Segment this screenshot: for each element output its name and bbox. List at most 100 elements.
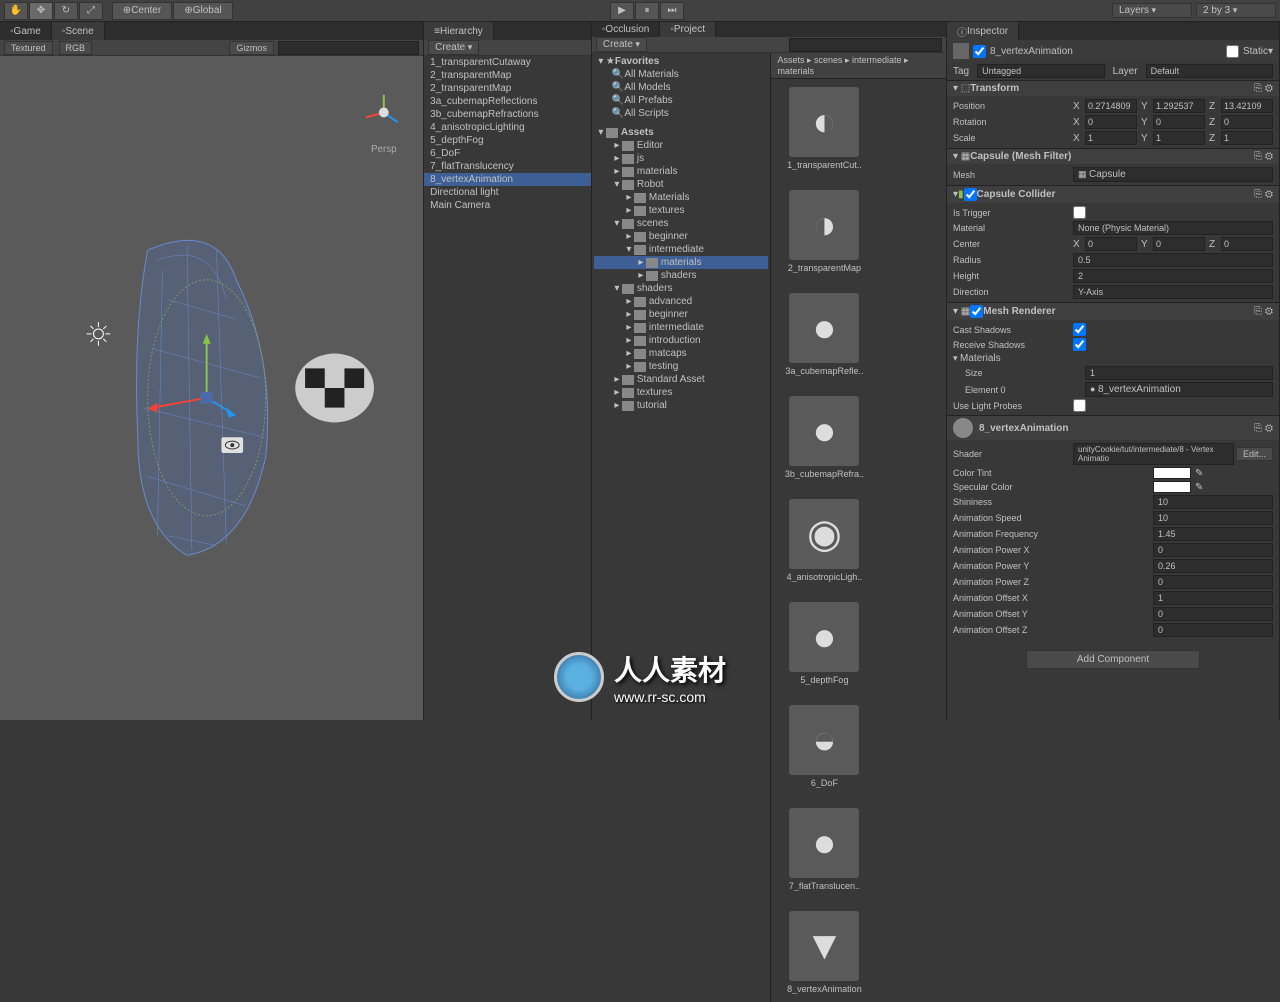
render-mode-dropdown[interactable]: RGB — [59, 41, 93, 55]
hierarchy-item[interactable]: 8_vertexAnimation — [424, 173, 591, 186]
tree-folder[interactable]: ▾scenes — [594, 217, 769, 230]
tab-scene[interactable]: ◦ Scene — [52, 22, 105, 40]
physic-material-field[interactable]: None (Physic Material) — [1073, 221, 1273, 235]
color-field[interactable] — [1153, 467, 1191, 479]
assets-header[interactable]: ▾Assets — [594, 126, 769, 139]
material-element-field[interactable]: ● 8_vertexAnimation — [1085, 382, 1273, 397]
shader-edit-button[interactable]: Edit... — [1236, 447, 1273, 461]
tree-folder[interactable]: ▸beginner — [594, 230, 769, 243]
radius-input[interactable] — [1073, 253, 1273, 267]
pause-button[interactable]: ⏸ — [635, 2, 659, 20]
tab-project[interactable]: ◦ Project — [660, 22, 716, 37]
play-button[interactable]: ▶ — [610, 2, 634, 20]
cast-shadows-checkbox[interactable] — [1073, 323, 1086, 336]
scene-viewport[interactable]: Persp — [0, 56, 423, 720]
tree-folder[interactable]: ▸textures — [594, 386, 769, 399]
hierarchy-item[interactable]: 2_transparentMap — [424, 69, 591, 82]
scale-tool-button[interactable]: ⤢ — [79, 2, 103, 20]
layer-dropdown[interactable]: Default — [1146, 64, 1273, 78]
shader-prop-input[interactable] — [1153, 575, 1273, 589]
collider-header[interactable]: ▾ ▮ Capsule Collider⎘ ⚙ — [947, 186, 1279, 203]
hierarchy-item[interactable]: 3b_cubemapRefractions — [424, 108, 591, 121]
asset-item[interactable]: ◐1_transparentCut.. — [779, 87, 869, 170]
project-search-input[interactable] — [789, 38, 942, 52]
scene-search-input[interactable] — [278, 41, 419, 55]
layers-dropdown[interactable]: Layers ▾ — [1112, 3, 1192, 18]
favorite-item[interactable]: 🔍 All Scripts — [594, 107, 769, 120]
tree-folder[interactable]: ▸Materials — [594, 191, 769, 204]
hierarchy-item[interactable]: 2_transparentMap — [424, 82, 591, 95]
asset-item[interactable]: ◑2_transparentMap — [779, 190, 869, 273]
hierarchy-item[interactable]: Main Camera — [424, 199, 591, 212]
color-field[interactable] — [1153, 481, 1191, 493]
mesh-filter-header[interactable]: ▾ ▦ Capsule (Mesh Filter)⎘ ⚙ — [947, 149, 1279, 164]
draw-mode-dropdown[interactable]: Textured — [4, 41, 53, 55]
favorite-item[interactable]: 🔍 All Models — [594, 81, 769, 94]
rotate-tool-button[interactable]: ↻ — [54, 2, 78, 20]
tab-game[interactable]: ◦ Game — [0, 22, 52, 40]
hierarchy-create-dropdown[interactable]: Create ▾ — [428, 40, 479, 55]
tab-hierarchy[interactable]: ≡ Hierarchy — [424, 22, 494, 40]
static-checkbox[interactable] — [1226, 45, 1239, 58]
tree-folder[interactable]: ▸advanced — [594, 295, 769, 308]
is-trigger-checkbox[interactable] — [1073, 206, 1086, 219]
tab-occlusion[interactable]: ◦ Occlusion — [592, 22, 660, 37]
tree-folder[interactable]: ▾Robot — [594, 178, 769, 191]
favorite-item[interactable]: 🔍 All Prefabs — [594, 94, 769, 107]
shader-prop-input[interactable] — [1153, 527, 1273, 541]
tree-folder[interactable]: ▸textures — [594, 204, 769, 217]
hand-tool-button[interactable]: ✋ — [4, 2, 28, 20]
asset-item[interactable]: ▼8_vertexAnimation — [779, 911, 869, 994]
shader-prop-input[interactable] — [1153, 623, 1273, 637]
renderer-header[interactable]: ▾ ▦ Mesh Renderer⎘ ⚙ — [947, 303, 1279, 320]
shader-prop-input[interactable] — [1153, 511, 1273, 525]
height-input[interactable] — [1073, 269, 1273, 283]
shader-prop-input[interactable] — [1153, 559, 1273, 573]
tree-folder[interactable]: ▸Standard Asset — [594, 373, 769, 386]
material-header[interactable]: 8_vertexAnimation⎘ ⚙ — [947, 416, 1279, 440]
tree-folder[interactable]: ▸testing — [594, 360, 769, 373]
tree-folder[interactable]: ▸Editor — [594, 139, 769, 152]
hierarchy-item[interactable]: 7_flatTranslucency — [424, 160, 591, 173]
pivot-toggle[interactable]: ⊕ Center — [112, 2, 172, 20]
tree-folder[interactable]: ▾shaders — [594, 282, 769, 295]
tree-folder[interactable]: ▸matcaps — [594, 347, 769, 360]
step-button[interactable]: ⏭ — [660, 2, 684, 20]
tree-folder[interactable]: ▸intermediate — [594, 321, 769, 334]
asset-item[interactable]: ◒6_DoF — [779, 705, 869, 788]
asset-item[interactable]: ●5_depthFog — [779, 602, 869, 685]
space-toggle[interactable]: ⊕ Global — [173, 2, 233, 20]
tree-folder[interactable]: ▾intermediate — [594, 243, 769, 256]
shader-prop-input[interactable] — [1153, 607, 1273, 621]
gizmos-dropdown[interactable]: Gizmos — [229, 41, 274, 55]
favorites-header[interactable]: ▾★ Favorites — [594, 55, 769, 68]
tree-folder[interactable]: ▸beginner — [594, 308, 769, 321]
tag-dropdown[interactable]: Untagged — [977, 64, 1104, 78]
light-probes-checkbox[interactable] — [1073, 399, 1086, 412]
tree-folder[interactable]: ▸tutorial — [594, 399, 769, 412]
shader-prop-input[interactable] — [1153, 495, 1273, 509]
tree-folder[interactable]: ▸js — [594, 152, 769, 165]
asset-item[interactable]: ●7_flatTranslucen.. — [779, 808, 869, 891]
object-enabled-checkbox[interactable] — [973, 45, 986, 58]
hierarchy-item[interactable]: 1_transparentCutaway — [424, 56, 591, 69]
asset-item[interactable]: ◉4_anisotropicLigh.. — [779, 499, 869, 582]
hierarchy-item[interactable]: Directional light — [424, 186, 591, 199]
hierarchy-item[interactable]: 5_depthFog — [424, 134, 591, 147]
shader-dropdown[interactable]: unityCookie/tut/intermediate/8 - Vertex … — [1073, 443, 1234, 465]
project-create-dropdown[interactable]: Create ▾ — [596, 37, 647, 52]
asset-item[interactable]: ●3a_cubemapRefle.. — [779, 293, 869, 376]
shader-prop-input[interactable] — [1153, 543, 1273, 557]
hierarchy-item[interactable]: 3a_cubemapReflections — [424, 95, 591, 108]
mesh-field[interactable]: ▦ Capsule — [1073, 167, 1273, 182]
hierarchy-item[interactable]: 6_DoF — [424, 147, 591, 160]
direction-dropdown[interactable]: Y-Axis — [1073, 285, 1273, 299]
move-tool-button[interactable]: ✥ — [29, 2, 53, 20]
breadcrumb[interactable]: Assets ▸ scenes ▸ intermediate ▸ materia… — [771, 53, 946, 79]
receive-shadows-checkbox[interactable] — [1073, 338, 1086, 351]
asset-item[interactable]: ●3b_cubemapRefra.. — [779, 396, 869, 479]
shader-prop-input[interactable] — [1153, 591, 1273, 605]
favorite-item[interactable]: 🔍 All Materials — [594, 68, 769, 81]
tree-folder[interactable]: ▸materials — [594, 256, 769, 269]
add-component-button[interactable]: Add Component — [1026, 650, 1200, 669]
